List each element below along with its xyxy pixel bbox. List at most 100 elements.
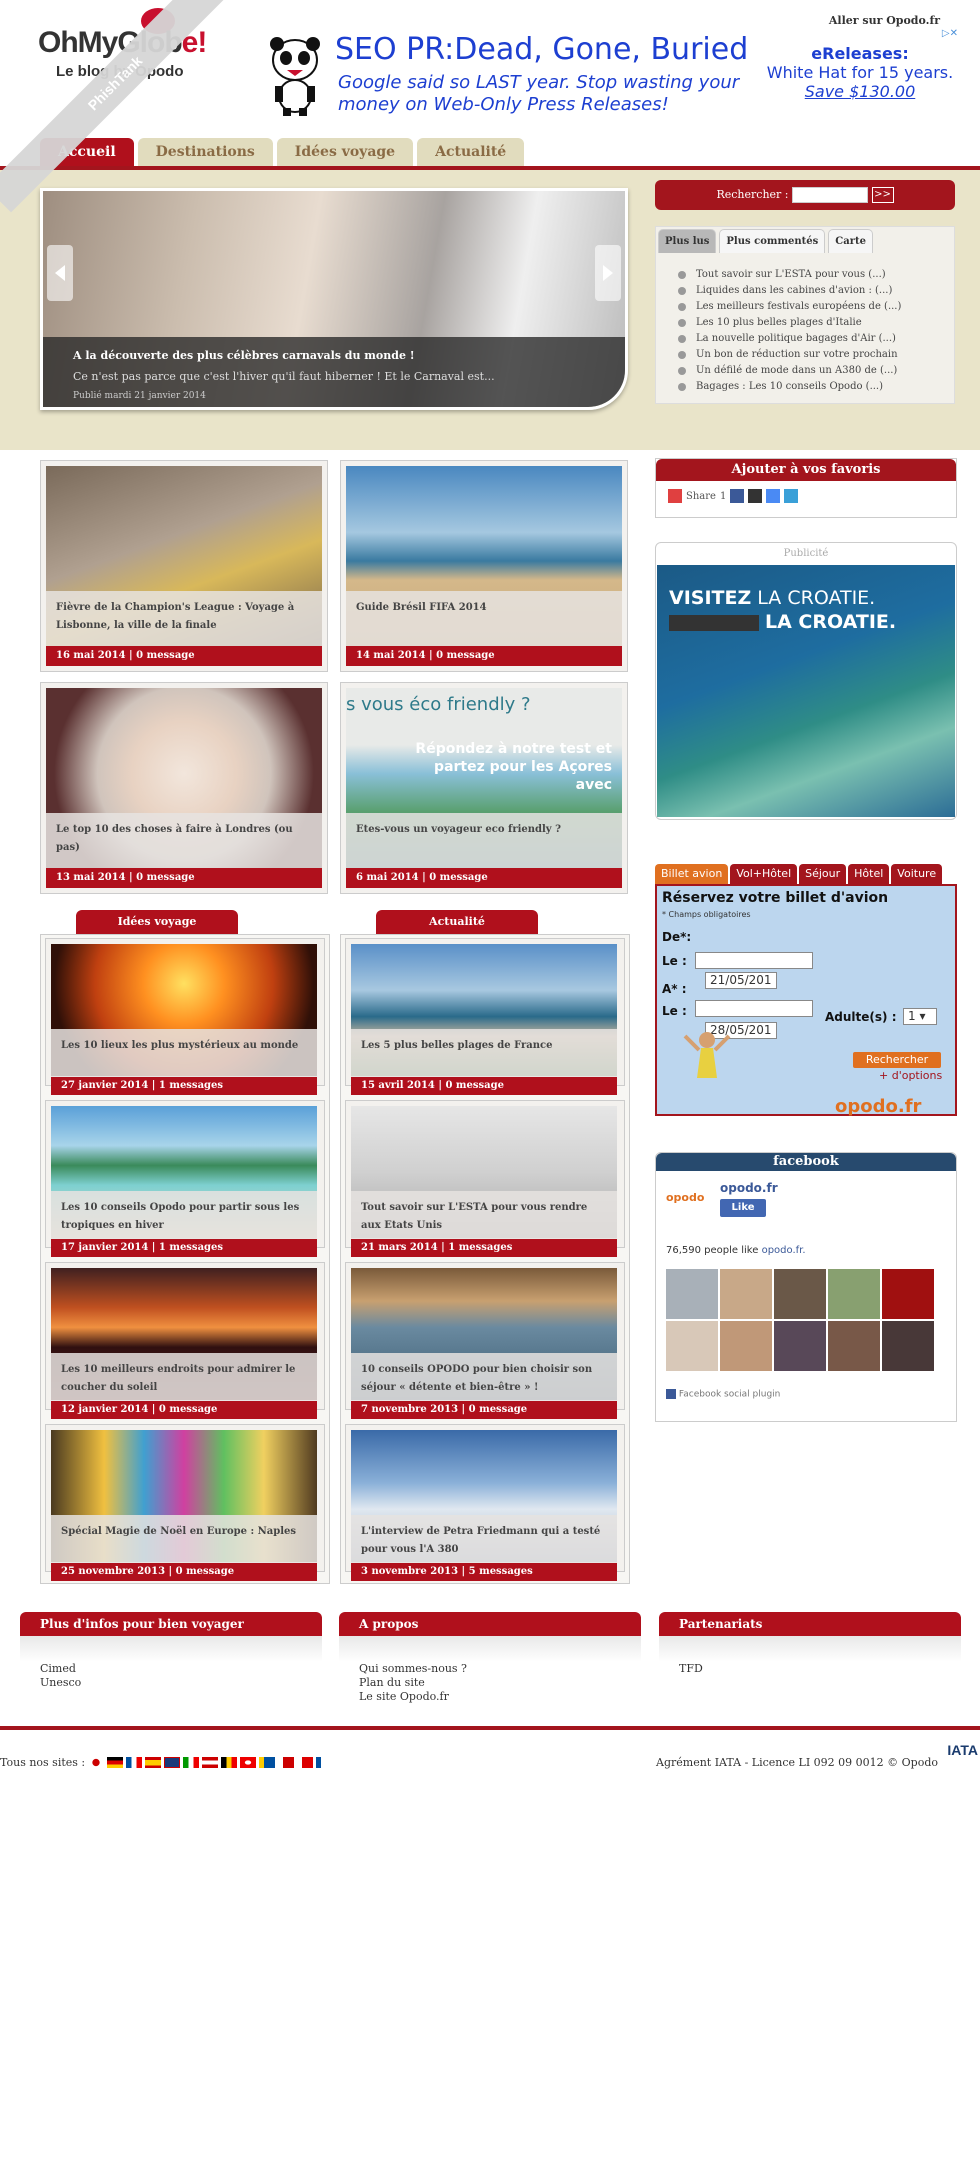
fb-page-link[interactable]: opodo.fr — [720, 1181, 778, 1195]
tab-plus-lus[interactable]: Plus lus — [658, 229, 717, 253]
flag-es-icon[interactable] — [145, 1757, 162, 1768]
opodo-fb-logo: opodo — [666, 1191, 705, 1204]
tab-actualite[interactable]: Actualité — [417, 138, 525, 166]
article-card[interactable]: Les 10 lieux les plus mystérieux au mond… — [45, 938, 325, 1095]
flag-de-icon[interactable] — [107, 1757, 124, 1768]
avatar[interactable] — [828, 1321, 880, 1371]
list-item[interactable]: Un bon de réduction sur votre prochain — [678, 347, 948, 363]
section-idees-voyage[interactable]: Idées voyage — [76, 910, 238, 934]
avatar[interactable] — [774, 1269, 826, 1319]
ad-choices-icon[interactable]: ▷✕ — [942, 28, 958, 39]
croatia-ad[interactable]: VISITEZ LA CROATIE. LA CROATIE. — [657, 565, 955, 817]
ad-offer-link[interactable]: Save $130.00 — [765, 82, 955, 101]
search-input[interactable] — [792, 187, 869, 203]
iata-logo: IATA — [947, 1742, 978, 1758]
footer-link[interactable]: Cimed — [20, 1662, 322, 1676]
tab-plus-commentes[interactable]: Plus commentés — [719, 229, 826, 253]
flag-no-icon[interactable] — [278, 1757, 295, 1768]
slider-prev-button[interactable] — [47, 245, 73, 301]
avatar[interactable] — [882, 1269, 934, 1319]
avatar[interactable] — [720, 1269, 772, 1319]
featured-card[interactable]: Fièvre de la Champion's League : Voyage … — [40, 460, 328, 672]
featured-card[interactable]: s vous éco friendly ? Répondez à notre t… — [340, 682, 628, 894]
avatar[interactable] — [774, 1321, 826, 1371]
myspace-icon[interactable] — [748, 489, 763, 503]
avatar[interactable] — [828, 1269, 880, 1319]
flag-be-icon[interactable] — [221, 1757, 238, 1768]
ad-title: SEO PR:Dead, Gone, Buried — [335, 32, 749, 67]
list-item[interactable]: Liquides dans les cabines d'avion : (...… — [678, 283, 948, 299]
top-banner-ad[interactable]: SEO PR:Dead, Gone, Buried Google said so… — [225, 28, 960, 126]
departure-date-field[interactable]: 21/05/201 — [705, 972, 777, 989]
flag-fi-icon[interactable] — [316, 1757, 333, 1768]
tab-billet-avion[interactable]: Billet avion — [655, 864, 729, 884]
list-item[interactable]: Bagages : Les 10 conseils Opodo (...) — [678, 379, 948, 395]
footer-link[interactable]: TFD — [659, 1662, 961, 1676]
article-card[interactable]: L'interview de Petra Friedmann qui a tes… — [345, 1424, 625, 1581]
flag-fr-icon[interactable] — [126, 1757, 143, 1768]
hero-slider[interactable]: A la découverte des plus célèbres carnav… — [40, 188, 628, 410]
flag-it-icon[interactable] — [183, 1757, 200, 1768]
from-input[interactable] — [695, 952, 813, 969]
avatar[interactable] — [882, 1321, 934, 1371]
flag-se-icon[interactable] — [259, 1757, 276, 1768]
traveller-illustration — [683, 1032, 731, 1078]
article-card[interactable]: Tout savoir sur L'ESTA pour vous rendre … — [345, 1100, 625, 1257]
flag-dk-icon[interactable] — [297, 1757, 314, 1768]
share-plus-icon[interactable] — [668, 489, 682, 503]
list-item[interactable]: Les 10 plus belles plages d'Italie — [678, 315, 948, 331]
avatar[interactable] — [666, 1321, 718, 1371]
footer-link[interactable]: Qui sommes-nous ? — [339, 1662, 641, 1676]
facebook-icon — [666, 1389, 676, 1399]
list-item[interactable]: Les meilleurs festivals européens de (..… — [678, 299, 948, 315]
tab-hotel[interactable]: Hôtel — [848, 864, 890, 884]
to-input[interactable] — [695, 1000, 813, 1017]
list-item[interactable]: La nouvelle politique bagages d'Air (...… — [678, 331, 948, 347]
avatar[interactable] — [720, 1321, 772, 1371]
featured-card[interactable]: Le top 10 des choses à faire à Londres (… — [40, 682, 328, 894]
tab-sejour[interactable]: Séjour — [799, 864, 847, 884]
section-actualite[interactable]: Actualité — [376, 910, 538, 934]
flag-ch-icon[interactable] — [240, 1757, 257, 1768]
country-sites: Tous nos sites : — [0, 1756, 333, 1769]
article-card[interactable]: Les 10 meilleurs endroits pour admirer l… — [45, 1262, 325, 1419]
search-button[interactable]: >> — [871, 187, 894, 203]
google-icon[interactable] — [766, 489, 781, 503]
twitter-icon[interactable] — [784, 489, 799, 503]
list-item[interactable]: Un défilé de mode dans un A380 de (...) — [678, 363, 948, 379]
article-card[interactable]: Les 5 plus belles plages de France 15 av… — [345, 938, 625, 1095]
book-search-button[interactable]: Rechercher — [853, 1052, 941, 1068]
tab-idees-voyage[interactable]: Idées voyage — [276, 138, 414, 166]
adults-select[interactable]: 1 ▾ — [903, 1008, 937, 1025]
more-options-link[interactable]: + d'options — [879, 1069, 942, 1082]
footer-apropos: A propos Qui sommes-nous ? Plan du site … — [339, 1612, 641, 1708]
facebook-icon[interactable] — [730, 489, 745, 503]
avatar[interactable] — [666, 1269, 718, 1319]
flag-jp-icon[interactable] — [88, 1757, 105, 1768]
share-button[interactable]: Share — [686, 491, 716, 502]
list-item[interactable]: Tout savoir sur L'ESTA pour vous (...) — [678, 267, 948, 283]
tab-vol-hotel[interactable]: Vol+Hôtel — [730, 864, 798, 884]
footer-link[interactable]: Unesco — [20, 1676, 322, 1690]
arrow-right-icon — [603, 265, 613, 281]
footer-link[interactable]: Plan du site — [339, 1676, 641, 1690]
tab-carte[interactable]: Carte — [828, 229, 873, 253]
article-card[interactable]: Les 10 conseils Opodo pour partir sous l… — [45, 1100, 325, 1257]
fb-count-link[interactable]: opodo.fr. — [762, 1245, 806, 1256]
arrow-left-icon — [55, 265, 65, 281]
favorites-widget: Ajouter à vos favoris Share 1 — [655, 458, 957, 518]
slider-title[interactable]: A la découverte des plus célèbres carnav… — [73, 349, 595, 362]
booking-widget: Billet avion Vol+Hôtel Séjour Hôtel Voit… — [655, 864, 957, 1117]
opodo-link[interactable]: Aller sur Opodo.fr — [829, 14, 940, 27]
tab-destinations[interactable]: Destinations — [137, 138, 273, 166]
tab-voiture[interactable]: Voiture — [891, 864, 943, 884]
featured-card[interactable]: Guide Brésil FIFA 2014 14 mai 2014 | 0 m… — [340, 460, 628, 672]
ad-subtitle: Google said so LAST year. Stop wasting y… — [338, 72, 740, 115]
article-card[interactable]: 10 conseils OPODO pour bien choisir son … — [345, 1262, 625, 1419]
slider-next-button[interactable] — [595, 245, 621, 301]
flag-at-icon[interactable] — [202, 1757, 219, 1768]
article-card[interactable]: Spécial Magie de Noël en Europe : Naples… — [45, 1424, 325, 1581]
flag-uk-icon[interactable] — [164, 1757, 181, 1768]
footer-link[interactable]: Le site Opodo.fr — [339, 1690, 641, 1704]
fb-like-button[interactable]: Like — [720, 1199, 766, 1217]
